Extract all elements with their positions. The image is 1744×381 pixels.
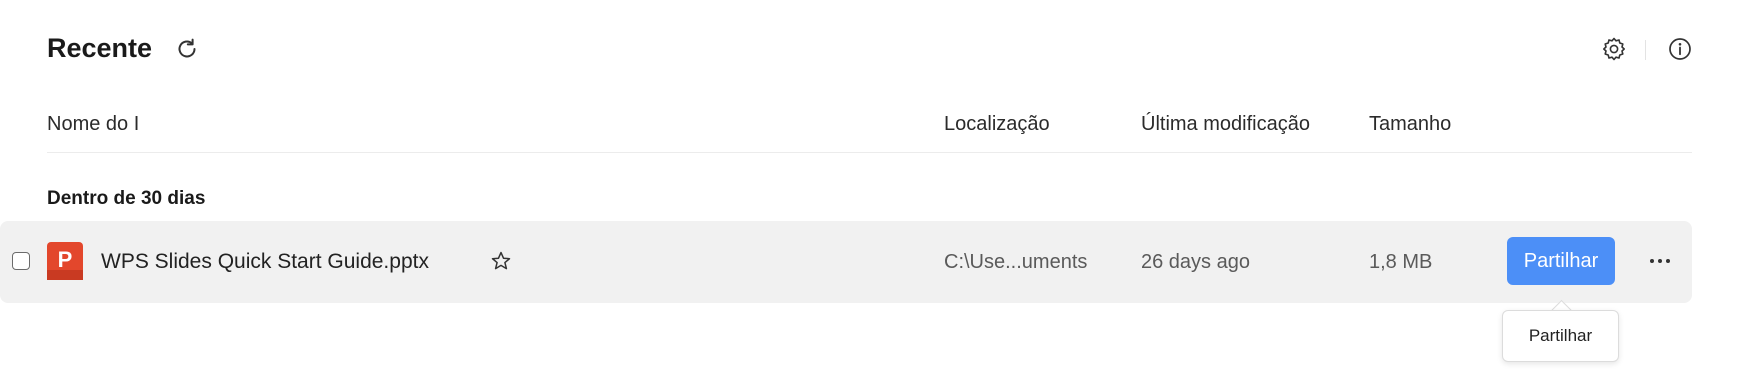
header-divider — [47, 152, 1692, 153]
column-header-location[interactable]: Localização — [944, 113, 1050, 136]
star-icon[interactable] — [490, 250, 512, 272]
recent-files-page: Recente Nome do I Localização Última mod… — [0, 0, 1744, 381]
more-options-icon[interactable] — [1646, 249, 1674, 273]
gear-icon[interactable] — [1601, 36, 1627, 62]
group-label: Dentro de 30 dias — [47, 188, 206, 209]
column-header-modified[interactable]: Última modificação — [1141, 113, 1310, 136]
file-modified: 26 days ago — [1141, 251, 1250, 273]
file-size: 1,8 MB — [1369, 251, 1433, 273]
file-location: C:\Use...uments — [944, 251, 1088, 273]
row-checkbox[interactable] — [12, 252, 30, 270]
column-header-name[interactable]: Nome do I — [47, 113, 139, 136]
info-icon[interactable] — [1667, 36, 1693, 62]
share-tooltip: Partilhar — [1502, 310, 1619, 362]
presentation-file-icon: P — [47, 242, 83, 280]
svg-text:P: P — [58, 247, 73, 272]
share-button[interactable]: Partilhar — [1507, 237, 1615, 285]
refresh-icon[interactable] — [174, 36, 200, 62]
file-row[interactable]: P WPS Slides Quick Start Guide.pptx C:\U… — [0, 221, 1692, 303]
column-header-size[interactable]: Tamanho — [1369, 113, 1451, 136]
toolbar-divider — [1645, 40, 1646, 60]
file-name[interactable]: WPS Slides Quick Start Guide.pptx — [101, 250, 429, 274]
page-title: Recente — [47, 33, 153, 63]
